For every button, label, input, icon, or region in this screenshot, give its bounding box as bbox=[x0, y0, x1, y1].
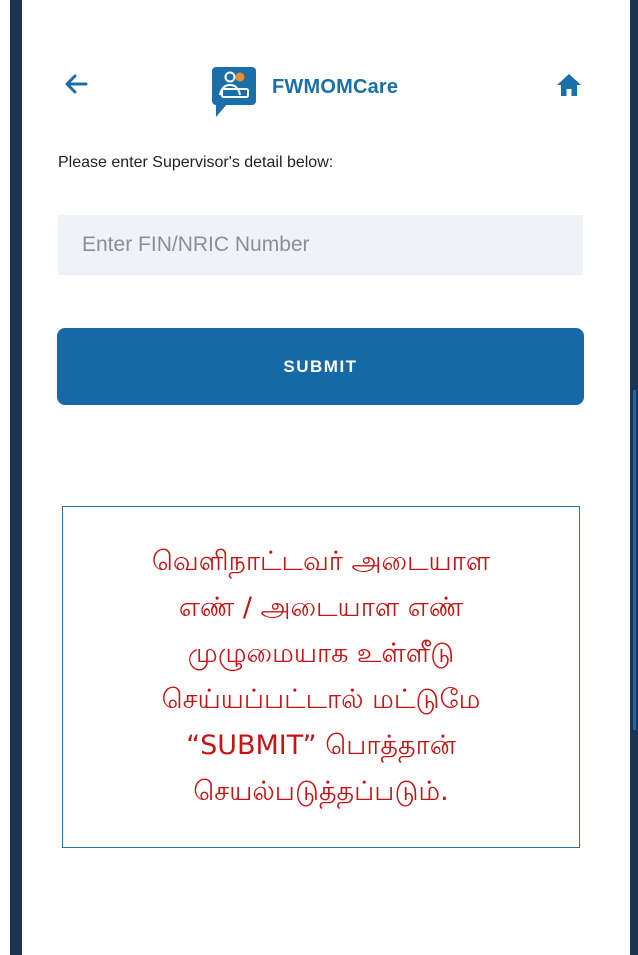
submit-button[interactable]: SUBMIT bbox=[57, 328, 584, 405]
note-line-2: எண் / அடையாள எண் bbox=[178, 592, 464, 623]
right-edge-accent bbox=[633, 390, 636, 730]
app-header: FWMOMCare bbox=[22, 48, 630, 128]
note-line-3: முழுமையாக உள்ளீடு bbox=[187, 638, 455, 669]
app-title: FWMOMCare bbox=[272, 75, 399, 98]
note-line-1: வெளிநாட்டவர் அடையாள bbox=[151, 546, 491, 577]
note-line-4: செய்யப்பட்டால் மட்டுமே bbox=[161, 684, 481, 715]
supervisor-prompt: Please enter Supervisor's detail below: bbox=[58, 154, 334, 171]
note-line-6: செயல்படுத்தப்படும். bbox=[193, 776, 449, 807]
left-window-edge bbox=[0, 0, 10, 955]
back-arrow-icon[interactable] bbox=[62, 70, 90, 98]
logo-badge-icon bbox=[210, 65, 258, 117]
instruction-note: வெளிநாட்டவர் அடையாள எண் / அடையாள எண் முழ… bbox=[62, 506, 580, 848]
home-icon[interactable] bbox=[554, 70, 584, 100]
note-line-5: “SUBMIT” பொத்தான் bbox=[186, 730, 456, 761]
fin-nric-input[interactable] bbox=[58, 215, 583, 275]
app-logo: FWMOMCare bbox=[210, 56, 398, 118]
